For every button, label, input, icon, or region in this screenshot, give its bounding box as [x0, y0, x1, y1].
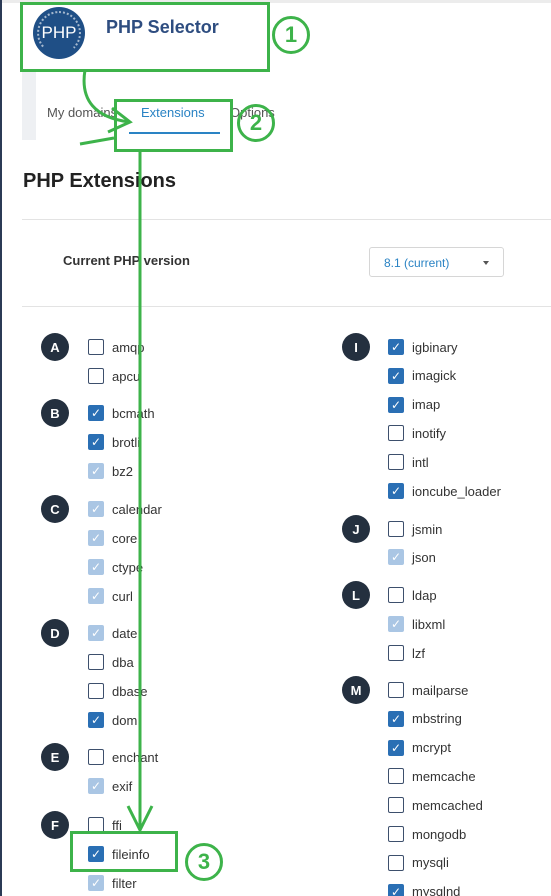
annotation-number-1: 1 — [272, 16, 310, 54]
annotation-number-3: 3 — [185, 843, 223, 881]
annotation-box-1 — [20, 2, 270, 72]
arrow-tail-2 — [79, 136, 115, 146]
annotation-number-2: 2 — [237, 104, 275, 142]
annotation-box-3 — [70, 831, 178, 872]
annotation-arrows — [79, 69, 154, 834]
annotation-box-2 — [114, 99, 233, 152]
